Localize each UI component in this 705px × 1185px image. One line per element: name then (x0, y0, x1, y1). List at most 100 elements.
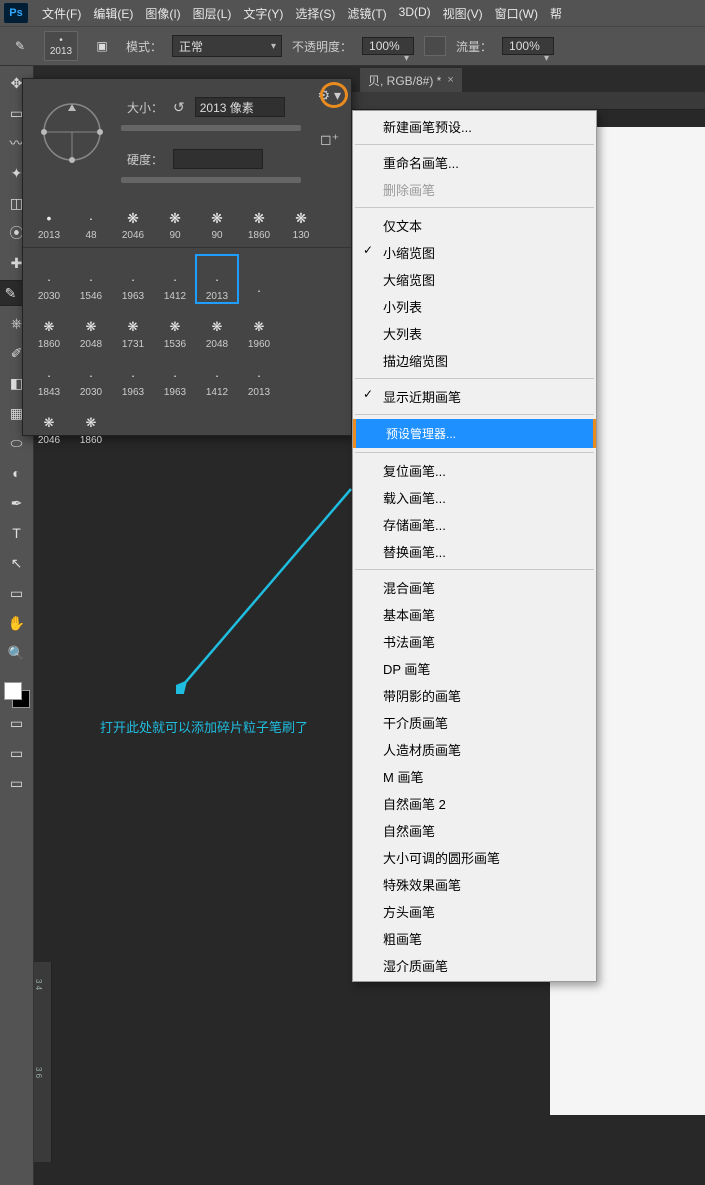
menu-item[interactable]: 带阴影的画笔 (353, 682, 596, 709)
menu-item[interactable]: 窗口(W) (489, 3, 544, 24)
flow-label: 流量： (456, 38, 492, 55)
mode-select[interactable]: 正常 (172, 35, 282, 57)
menu-item[interactable]: 自然画笔 2 (353, 790, 596, 817)
brush-thumb-icon: · (161, 267, 189, 291)
brush-preset[interactable]: ·2013 (197, 256, 237, 302)
menu-item[interactable]: 特殊效果画笔 (353, 871, 596, 898)
brush-preset[interactable]: ·1963 (155, 352, 195, 398)
tool-shape[interactable]: ▭ (4, 580, 30, 606)
brush-panel-toggle[interactable]: ▣ (88, 32, 116, 60)
size-input[interactable] (195, 97, 285, 117)
menu-item[interactable]: 干介质画笔 (353, 709, 596, 736)
opacity-input[interactable]: 100% (362, 37, 414, 55)
brush-preset[interactable]: ·1963 (113, 256, 153, 302)
menu-item[interactable]: 载入画笔... (353, 484, 596, 511)
recent-brush[interactable]: ❋90 (197, 195, 237, 241)
menu-item[interactable]: 滤镜(T) (341, 3, 392, 24)
menu-item[interactable]: 人造材质画笔 (353, 736, 596, 763)
screenmode-icon[interactable]: ▭ (4, 770, 30, 796)
brush-preset[interactable]: ❋1960 (239, 304, 279, 350)
quickmask-icon[interactable]: ▭ (4, 740, 30, 766)
menu-item[interactable]: 自然画笔 (353, 817, 596, 844)
flow-input[interactable]: 100% (502, 37, 554, 55)
brush-preset[interactable]: ·1546 (71, 256, 111, 302)
fg-color[interactable] (4, 682, 22, 700)
menu-item[interactable]: 文件(F) (36, 3, 87, 24)
brush-angle-widget[interactable] (31, 91, 113, 173)
menu-item[interactable]: 存储画笔... (353, 511, 596, 538)
menu-item[interactable]: 大缩览图 (353, 266, 596, 293)
document-tab[interactable]: 贝, RGB/8#) * × (360, 68, 462, 92)
recent-brush[interactable]: ·48 (71, 195, 111, 241)
recent-brush[interactable]: ❋90 (155, 195, 195, 241)
menu-item[interactable]: 大小可调的圆形画笔 (353, 844, 596, 871)
recent-brush[interactable]: ❋1860 (239, 195, 279, 241)
menu-item[interactable]: 方头画笔 (353, 898, 596, 925)
menu-item[interactable]: 帮 (544, 3, 568, 24)
menu-item[interactable]: 显示近期画笔 (353, 383, 596, 410)
menu-item[interactable]: 重命名画笔... (353, 149, 596, 176)
menu-item[interactable]: 小列表 (353, 293, 596, 320)
brush-preset-chip[interactable]: • 2013 (44, 31, 78, 61)
new-brush-icon[interactable]: ◻⁺ (320, 131, 339, 148)
menu-item[interactable]: 编辑(E) (87, 3, 139, 24)
menu-item[interactable]: 基本画笔 (353, 601, 596, 628)
brush-preset[interactable]: ·2030 (29, 256, 69, 302)
close-icon[interactable]: × (447, 74, 453, 86)
brush-preset[interactable]: ·2030 (71, 352, 111, 398)
menu-item[interactable]: 选择(S) (289, 3, 341, 24)
menu-item[interactable]: 图层(L) (187, 3, 238, 24)
brush-preset[interactable]: ·1843 (29, 352, 69, 398)
menu-item-highlighted[interactable]: 预设管理器... (353, 419, 596, 448)
brush-thumb-icon: · (203, 267, 231, 291)
color-swatch[interactable] (4, 682, 30, 708)
hardness-input[interactable] (173, 149, 263, 169)
brush-size-label: 1963 (122, 291, 144, 302)
brush-preset[interactable]: ❋2048 (71, 304, 111, 350)
menu-item[interactable]: 书法画笔 (353, 628, 596, 655)
edit-toolbar-icon[interactable]: ▭ (4, 710, 30, 736)
recent-brush[interactable]: ❋2046 (113, 195, 153, 241)
brush-preset[interactable]: ❋1860 (29, 304, 69, 350)
brush-preset[interactable]: ❋2046 (29, 400, 69, 446)
current-tool-icon[interactable]: ✎ (6, 32, 34, 60)
menu-item[interactable]: 复位画笔... (353, 457, 596, 484)
menu-item[interactable]: 小缩览图 (353, 239, 596, 266)
brush-preset[interactable]: ❋2048 (197, 304, 237, 350)
reset-size-icon[interactable]: ↺ (173, 99, 185, 116)
tool-hand[interactable]: ✋ (4, 610, 30, 636)
tool-zoom[interactable]: 🔍 (4, 640, 30, 666)
tool-dodge[interactable]: ◐ (4, 460, 30, 486)
brush-preset[interactable]: ❋1731 (113, 304, 153, 350)
pressure-opacity-toggle[interactable] (424, 36, 446, 56)
menu-item[interactable]: 描边缩览图 (353, 347, 596, 374)
menu-item[interactable]: 粗画笔 (353, 925, 596, 952)
brush-preset[interactable]: ·1963 (113, 352, 153, 398)
recent-brush[interactable]: ❋130 (281, 195, 321, 241)
tool-path[interactable]: ↖ (4, 550, 30, 576)
menu-item[interactable]: 文字(Y) (237, 3, 289, 24)
brush-preset[interactable]: ❋1860 (71, 400, 111, 446)
menu-item[interactable]: 混合画笔 (353, 574, 596, 601)
menu-item[interactable]: M 画笔 (353, 763, 596, 790)
size-slider[interactable] (121, 125, 301, 131)
recent-brush[interactable]: •2013 (29, 195, 69, 241)
tool-pen[interactable]: ✒ (4, 490, 30, 516)
brush-preset[interactable]: ·2013 (239, 352, 279, 398)
brush-preset[interactable]: · (239, 256, 279, 302)
tool-type[interactable]: T (4, 520, 30, 546)
menu-item[interactable]: 大列表 (353, 320, 596, 347)
menu-item[interactable]: 3D(D) (393, 3, 437, 24)
menu-item[interactable]: 仅文本 (353, 212, 596, 239)
menu-item[interactable]: 图像(I) (139, 3, 186, 24)
menu-item[interactable]: 新建画笔预设... (353, 113, 596, 140)
brush-thumb-icon: ❋ (245, 315, 273, 339)
menu-item[interactable]: 湿介质画笔 (353, 952, 596, 979)
menu-item[interactable]: DP 画笔 (353, 655, 596, 682)
brush-preset[interactable]: ❋1536 (155, 304, 195, 350)
menu-item[interactable]: 替换画笔... (353, 538, 596, 565)
brush-preset[interactable]: ·1412 (155, 256, 195, 302)
menu-item[interactable]: 视图(V) (437, 3, 489, 24)
brush-preset[interactable]: ·1412 (197, 352, 237, 398)
hardness-slider[interactable] (121, 177, 301, 183)
